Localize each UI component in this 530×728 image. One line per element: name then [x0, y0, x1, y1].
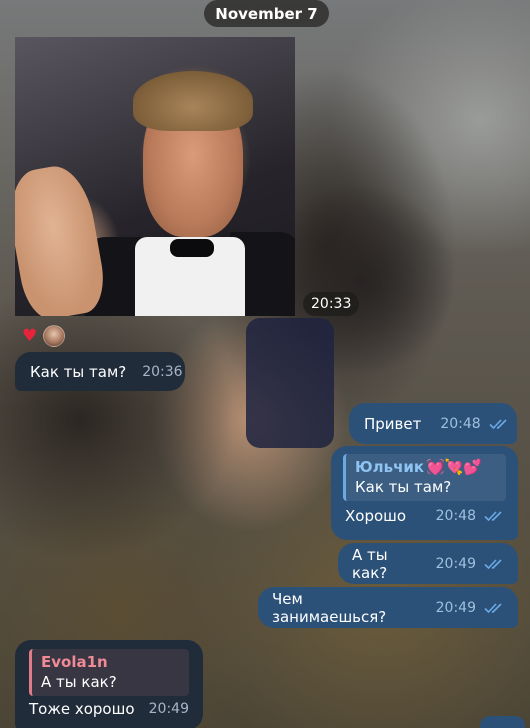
- gif-bowtie: [170, 239, 214, 257]
- message-meta: 20:48: [440, 416, 510, 432]
- read-double-check-icon: [489, 418, 507, 429]
- message-text: Хорошо: [345, 507, 407, 525]
- reply-text: Как ты там?: [355, 478, 452, 496]
- message-time: 20:49: [435, 599, 476, 616]
- date-separator: November 7: [204, 0, 329, 27]
- gif-time-label: 20:33: [311, 296, 352, 312]
- message-body: Хорошо 20:48: [343, 507, 506, 525]
- gif-hair: [133, 71, 253, 131]
- next-message-edge: [480, 716, 525, 728]
- heart-reaction-icon[interactable]: ♥: [22, 327, 37, 345]
- message-outgoing[interactable]: А ты как? 20:49: [338, 543, 518, 584]
- gif-timestamp: 20:33: [303, 292, 360, 316]
- message-text: Чем занимаешься?: [272, 589, 387, 626]
- reply-author-name: Юльчик: [355, 458, 425, 476]
- date-separator-label: November 7: [215, 4, 318, 23]
- wallpaper-phone-shape: [246, 318, 334, 448]
- message-incoming-reply[interactable]: Evola1n А ты как? Тоже хорошо 20:49: [15, 640, 203, 728]
- message-meta: 20:49: [149, 701, 189, 717]
- read-double-check-icon: [484, 511, 502, 522]
- heart-emoji-icons: 💓💘💕: [426, 458, 483, 476]
- message-outgoing-reply[interactable]: Юльчик 💓💘💕 Как ты там? Хорошо 20:48: [331, 446, 518, 540]
- reply-author-name: Evola1n: [41, 653, 108, 671]
- message-meta: 20:49: [436, 556, 506, 572]
- message-body: Тоже хорошо 20:49: [29, 700, 189, 718]
- message-text: Как ты там?: [30, 362, 127, 381]
- message-outgoing[interactable]: Привет 20:48: [349, 403, 517, 444]
- message-time: 20:48: [440, 415, 481, 432]
- message-meta: 20:48: [436, 508, 506, 524]
- message-time: 20:49: [148, 701, 189, 717]
- reactor-avatar: [43, 325, 66, 347]
- gif-message[interactable]: [15, 37, 295, 316]
- message-meta: 20:36: [142, 364, 182, 380]
- message-text: Тоже хорошо: [29, 700, 135, 718]
- reply-header: Юльчик 💓💘💕: [355, 457, 498, 477]
- message-reactions[interactable]: ♥: [22, 325, 66, 347]
- message-time: 20:48: [435, 508, 476, 524]
- read-double-check-icon: [484, 558, 502, 569]
- reply-quote[interactable]: Evola1n А ты как?: [29, 649, 189, 696]
- message-outgoing[interactable]: Чем занимаешься? 20:49: [258, 587, 518, 628]
- message-text: Привет: [364, 414, 422, 433]
- message-incoming[interactable]: Как ты там? 20:36: [15, 352, 185, 391]
- message-meta: 20:49: [436, 600, 506, 616]
- read-double-check-icon: [484, 602, 502, 613]
- message-text: А ты как?: [352, 545, 388, 582]
- message-time: 20:36: [142, 363, 183, 380]
- reply-quote[interactable]: Юльчик 💓💘💕 Как ты там?: [343, 454, 506, 501]
- message-time: 20:49: [435, 555, 476, 572]
- reply-text: А ты как?: [41, 673, 117, 691]
